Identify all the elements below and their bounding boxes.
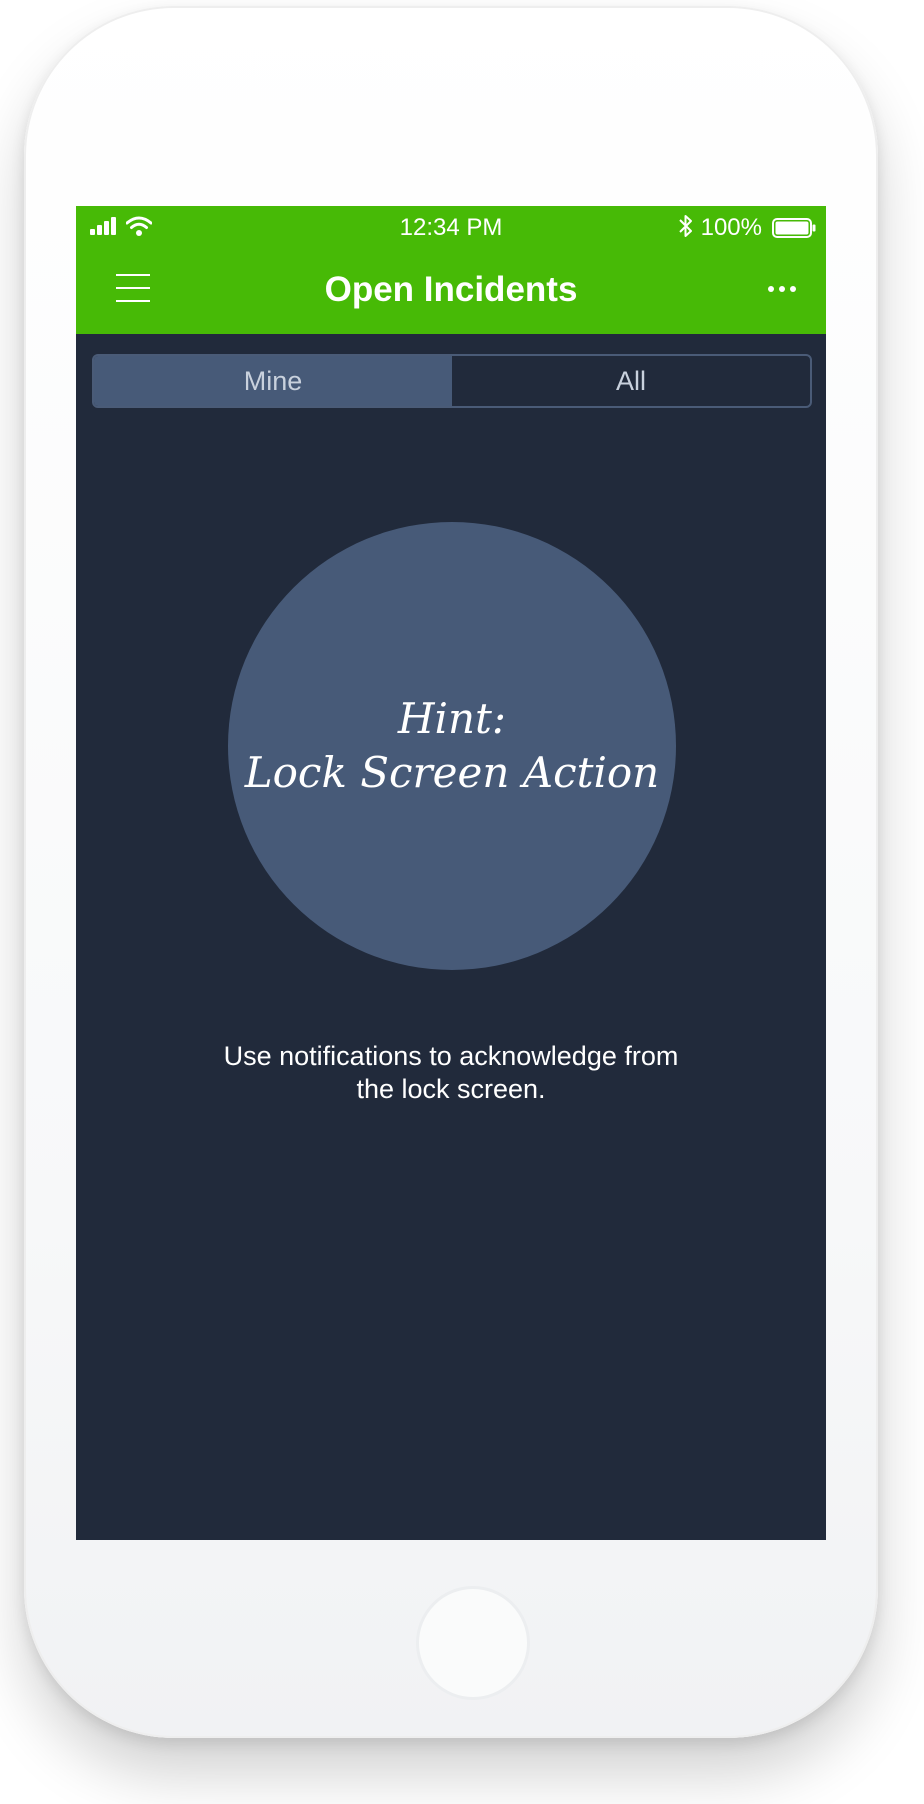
hint-illustration: Hint: Lock Screen Action (228, 522, 676, 970)
battery-icon (772, 218, 816, 238)
segment-mine[interactable]: Mine (94, 356, 452, 406)
hint-subtitle: Lock Screen Action (244, 748, 660, 797)
hint-caption-line1: Use notifications to acknowledge from (223, 1041, 679, 1071)
hint-title: Hint: (397, 694, 507, 743)
ellipsis-icon[interactable] (768, 284, 796, 294)
bluetooth-icon (679, 215, 692, 237)
hint-caption-line2: the lock screen. (356, 1074, 546, 1104)
battery-percent: 100% (700, 214, 762, 241)
top-bar: 12:34 PM 100% Open Incidents (76, 206, 826, 334)
home-button[interactable] (416, 1586, 530, 1700)
status-bar: 12:34 PM 100% (76, 206, 826, 246)
page-title: Open Incidents (324, 270, 578, 309)
app-screen: 12:34 PM 100% Open Incidents Mine All Hi… (76, 206, 826, 1540)
segment-all[interactable]: All (452, 356, 810, 406)
segmented-control: Mine All (92, 354, 812, 408)
hint-caption: Use notifications to acknowledge from th… (156, 1040, 746, 1106)
